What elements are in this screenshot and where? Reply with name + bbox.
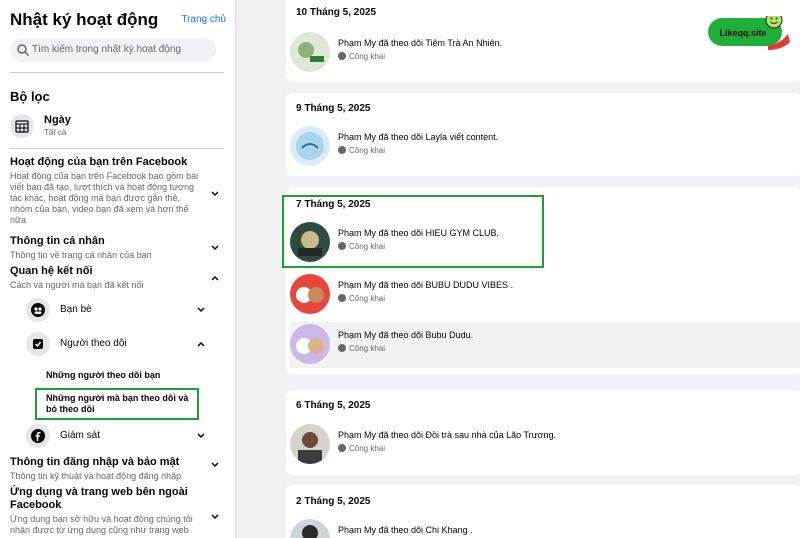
privacy-label: Công khai xyxy=(338,294,385,303)
sidebar-header: Nhật ký hoạt động Trang chủ xyxy=(10,10,226,32)
category-connections[interactable]: Quan hệ kết nối Cách và người mà bạn đã … xyxy=(10,265,226,291)
chevron-down-icon[interactable] xyxy=(210,460,220,470)
globe-icon xyxy=(338,146,346,154)
chevron-down-icon[interactable] xyxy=(210,243,220,253)
entry-text: Phạm My đã theo dõi Bubu Dudu. xyxy=(338,330,474,340)
avatar xyxy=(290,126,330,166)
subitem-supervision[interactable]: Giám sát xyxy=(26,424,210,448)
category-profile-info[interactable]: Thông tin cá nhân Thông tin về trang cá … xyxy=(10,235,226,261)
avatar xyxy=(290,274,330,314)
subitem-followers[interactable]: Người theo dõi xyxy=(26,332,210,356)
divider xyxy=(10,72,224,73)
chevron-down-icon[interactable] xyxy=(196,431,206,441)
calendar-icon xyxy=(10,114,34,138)
svg-text:Likeqq.site: Likeqq.site xyxy=(719,28,766,38)
globe-icon xyxy=(338,52,346,60)
chevron-up-icon[interactable] xyxy=(196,339,206,349)
category-desc: Thông tin về trang cá nhân của bạn xyxy=(10,250,152,260)
friends-icon xyxy=(26,298,50,322)
chevron-down-icon[interactable] xyxy=(210,512,220,522)
date-heading: 10 Tháng 5, 2025 xyxy=(296,7,377,18)
category-desc: Hoạt động của bạn trên Facebook bao gồm … xyxy=(10,171,199,225)
chevron-down-icon[interactable] xyxy=(196,305,206,315)
search-icon xyxy=(17,44,30,57)
list-item[interactable]: Phạm My đã theo dõi Chi Khang . xyxy=(290,517,800,538)
entry-text: Phạm My đã theo dõi Tiệm Trà An Nhiên. xyxy=(338,38,503,48)
date-heading: 9 Tháng 5, 2025 xyxy=(296,103,371,114)
subitem-label: Người theo dõi xyxy=(60,338,127,349)
page-title: Nhật ký hoạt động xyxy=(10,10,159,29)
avatar xyxy=(290,32,330,72)
category-desc: Ứng dụng bạn sở hữu và hoạt động chúng t… xyxy=(10,514,193,535)
subitem-label: Giám sát xyxy=(60,430,101,441)
chevron-up-icon[interactable] xyxy=(210,273,220,283)
list-item[interactable]: Phạm My đã theo dõi Layla viết content. … xyxy=(290,124,800,170)
entry-text: Phạm My đã theo dõi Chi Khang . xyxy=(338,525,473,535)
list-item[interactable]: Phạm My đã theo dõi BUBU DUDU VIBES . Cô… xyxy=(290,272,800,318)
subitem-friends[interactable]: Bạn bè xyxy=(26,298,210,322)
category-off-facebook[interactable]: Ứng dụng và trang web bên ngoài Facebook… xyxy=(10,486,226,536)
date-heading: 6 Tháng 5, 2025 xyxy=(296,400,371,411)
entry-text: Phạm My đã theo dõi Đồi trà sau nhà của … xyxy=(338,430,557,440)
avatar xyxy=(290,324,330,364)
sidebar: Nhật ký hoạt động Trang chủ Tìm kiếm tro… xyxy=(0,0,236,538)
chevron-down-icon[interactable] xyxy=(210,189,220,199)
search-input[interactable]: Tìm kiếm trong nhật ký hoạt động xyxy=(10,38,216,62)
entry-text: Phạm My đã theo dõi Layla viết content. xyxy=(338,132,499,142)
home-link[interactable]: Trang chủ xyxy=(181,14,226,25)
category-title: Quan hệ kết nối xyxy=(10,265,93,277)
privacy-label: Công khai xyxy=(338,52,385,61)
avatar xyxy=(290,424,330,464)
list-item[interactable]: Phạm My đã theo dõi Đồi trà sau nhà của … xyxy=(290,422,800,468)
category-desc: Cách và người mà bạn đã kết nối xyxy=(10,280,144,290)
privacy-label: Công khai xyxy=(338,146,385,155)
category-title: Ứng dụng và trang web bên ngoài Facebook xyxy=(10,486,188,511)
category-facebook-activity[interactable]: Hoạt động của bạn trên Facebook Hoạt độn… xyxy=(10,156,226,226)
divider xyxy=(10,148,224,149)
selection-highlight xyxy=(35,388,199,420)
globe-icon xyxy=(338,294,346,302)
category-title: Hoạt động của bạn trên Facebook xyxy=(10,156,188,168)
category-login-security[interactable]: Thông tin đăng nhập và bảo mật Thông tin… xyxy=(10,456,226,482)
category-title: Thông tin đăng nhập và bảo mật xyxy=(10,456,180,468)
category-desc: Thông tin kỹ thuật và hoạt động đăng nhậ… xyxy=(10,471,182,481)
globe-icon xyxy=(338,344,346,352)
sublink-followers[interactable]: Những người theo dõi bạn xyxy=(46,370,160,381)
list-item[interactable]: Phạm My đã theo dõi Bubu Dudu. Công khai xyxy=(290,322,800,368)
privacy-label: Công khai xyxy=(338,344,385,353)
entry-text: Phạm My đã theo dõi BUBU DUDU VIBES . xyxy=(338,280,514,290)
selection-highlight xyxy=(282,195,544,268)
globe-icon xyxy=(338,444,346,452)
date-filter-label: Ngày xyxy=(44,114,71,126)
avatar xyxy=(290,519,330,538)
watermark-logo: Likeqq.site xyxy=(708,11,792,50)
category-title: Thông tin cá nhân xyxy=(10,235,105,247)
date-filter[interactable]: Ngày Tất cả xyxy=(10,112,210,140)
search-placeholder: Tìm kiếm trong nhật ký hoạt động xyxy=(32,44,181,55)
privacy-label: Công khai xyxy=(338,444,385,453)
subitem-label: Bạn bè xyxy=(60,304,92,315)
date-filter-value: Tất cả xyxy=(44,128,67,137)
date-heading: 2 Tháng 5, 2025 xyxy=(296,496,371,507)
filter-title: Bộ lọc xyxy=(10,89,50,104)
follower-icon xyxy=(26,332,50,356)
facebook-icon xyxy=(26,424,50,448)
